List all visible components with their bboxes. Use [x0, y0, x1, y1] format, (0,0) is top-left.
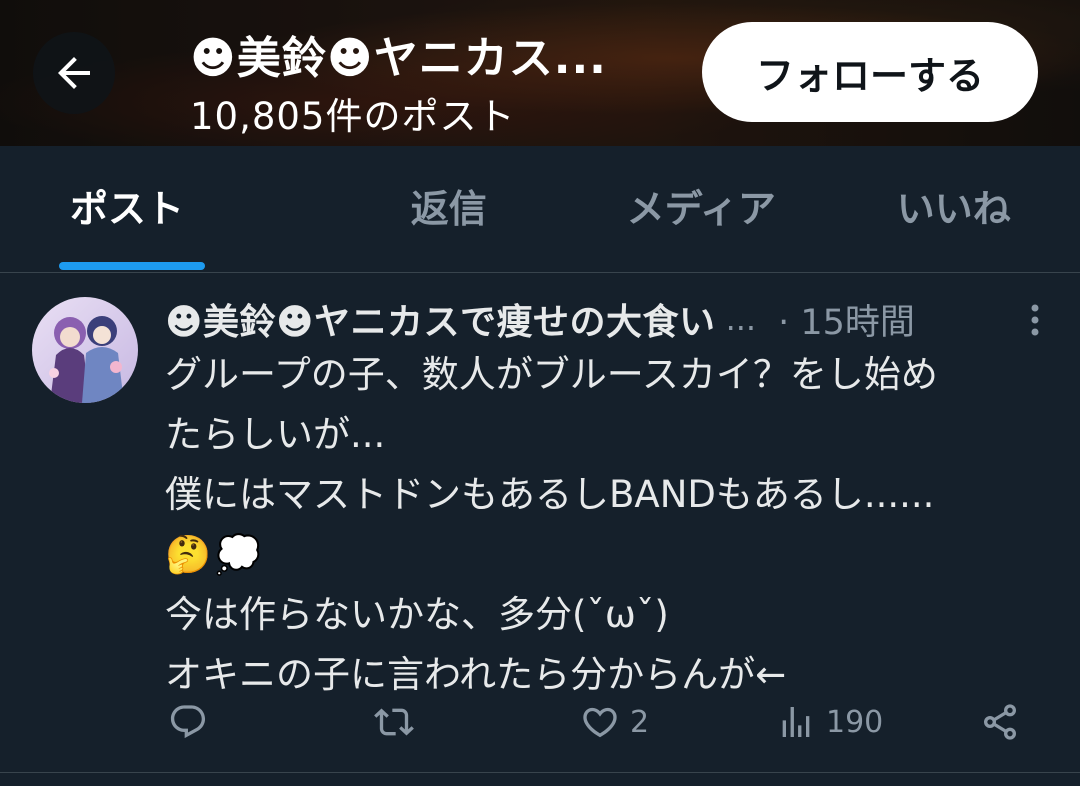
tab-media[interactable]: メディア	[575, 146, 828, 272]
thinking-face-icon: 🤔	[165, 533, 212, 576]
profile-tabs: ポスト 返信 メディア いいね	[0, 146, 1080, 273]
tab-likes[interactable]: いいね	[828, 146, 1080, 272]
post-actions: 2 190	[0, 692, 1080, 752]
active-tab-indicator	[59, 262, 205, 270]
post-timestamp[interactable]: · 15時間	[778, 294, 915, 345]
post-line: 僕にはマストドンもあるしBANDもあるし......	[165, 473, 935, 516]
post-text: グループの子、数人がブルースカイ？をし始め たらしいが... 僕にはマストドンも…	[165, 345, 1055, 705]
post-header: ☻美鈴☻ヤニカスで痩せの大食い ... · 15時間	[165, 294, 1055, 344]
repost-icon	[374, 708, 414, 736]
arrow-left-icon	[58, 57, 90, 89]
tab-label: メディア	[626, 186, 776, 231]
post-count: 10,805件のポスト	[190, 95, 516, 138]
views-button[interactable]: 190	[776, 692, 883, 752]
tab-label: 返信	[410, 186, 487, 231]
like-button[interactable]: 2	[580, 692, 649, 752]
profile-name-title: ☻美鈴☻ヤニカス...	[190, 33, 607, 84]
post-line: たらしいが...	[165, 413, 386, 456]
more-options-icon[interactable]	[1017, 302, 1053, 338]
repost-button[interactable]	[372, 692, 416, 752]
tab-replies[interactable]: 返信	[323, 146, 576, 272]
avatar[interactable]	[32, 297, 138, 403]
back-button[interactable]	[33, 32, 115, 114]
name-truncation: ...	[725, 300, 757, 338]
tab-posts[interactable]: ポスト	[0, 146, 323, 272]
thought-bubble-icon: 💭	[215, 533, 262, 576]
share-icon	[984, 704, 1016, 740]
reply-button[interactable]	[168, 692, 208, 752]
views-chart-icon	[782, 707, 810, 737]
tab-label: ポスト	[70, 186, 185, 231]
emoji-row: 🤔 💭	[165, 525, 1055, 585]
author-name[interactable]: ☻美鈴☻ヤニカスで痩せの大食い	[165, 293, 716, 345]
follow-button[interactable]: フォローする	[702, 22, 1038, 122]
post-line: 今は作らないかな、多分(ˇωˇ)	[165, 593, 669, 636]
heart-icon	[583, 707, 617, 738]
post-item[interactable]: ☻美鈴☻ヤニカスで痩せの大食い ... · 15時間 グループの子、数人がブルー…	[0, 272, 1080, 773]
profile-header-banner: ☻美鈴☻ヤニカス... 10,805件のポスト フォローする	[0, 0, 1080, 146]
reply-icon	[170, 705, 206, 739]
avatar-illustration	[32, 297, 138, 403]
like-count: 2	[630, 704, 650, 740]
share-button[interactable]	[980, 692, 1020, 752]
post-line: グループの子、数人がブルースカイ？をし始め	[165, 353, 938, 396]
tab-label: いいね	[896, 186, 1011, 231]
view-count: 190	[826, 704, 884, 740]
